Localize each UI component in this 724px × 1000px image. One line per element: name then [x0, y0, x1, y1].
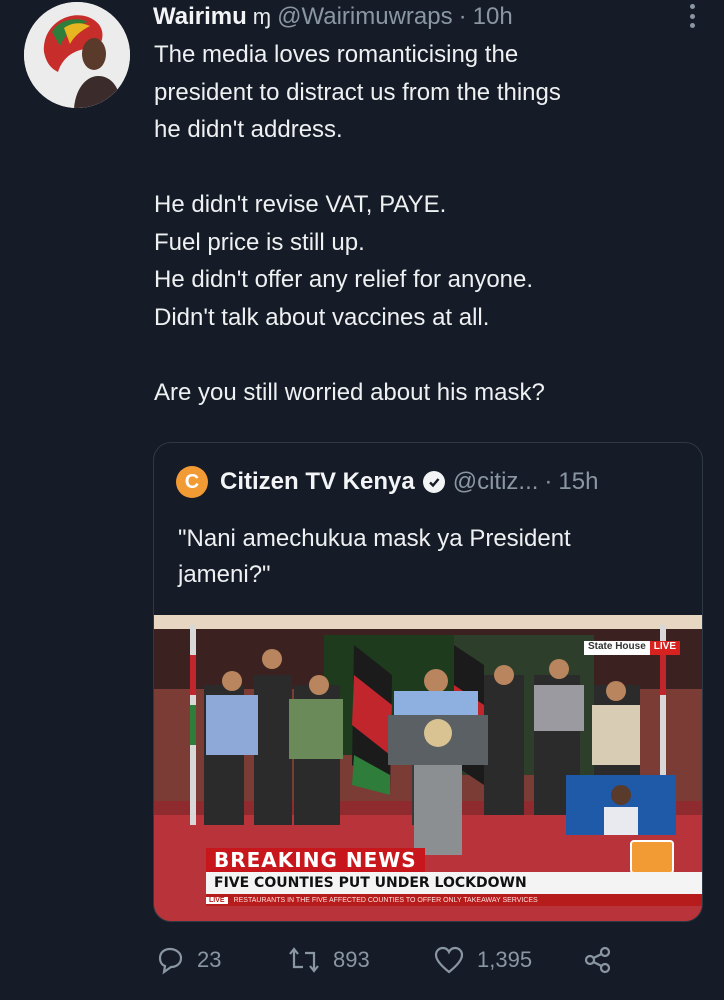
reply-count: 23: [197, 947, 222, 972]
tweet-image[interactable]: State House LIVE BREAKING NEWS FIVE COUN…: [154, 615, 702, 921]
quoted-text-line: jameni?": [178, 561, 271, 588]
tweet-line: Fuel price is still up.: [154, 228, 365, 256]
quoted-author-name: Citizen TV Kenya: [220, 468, 415, 495]
like-count: 1,395: [477, 947, 533, 972]
share-icon: [584, 946, 611, 974]
quoted-text-line: "Nani amechukua mask ya President: [178, 525, 571, 552]
avatar-portrait: [24, 2, 130, 108]
action-bar: 23 893 1,395: [155, 940, 625, 980]
tweet-line: he didn't address.: [154, 116, 343, 143]
reply-icon: [158, 947, 183, 975]
avatar[interactable]: [24, 2, 130, 108]
author-emoji: ɱ: [252, 4, 272, 29]
tweet-header: Wairimu ɱ @Wairimuwraps · 10h: [153, 0, 704, 34]
tweet-line: Are you still worried about his mask?: [154, 378, 545, 406]
reply-button[interactable]: 23: [155, 945, 287, 975]
retweet-icon: [289, 947, 319, 973]
quoted-tweet-header: C Citizen TV Kenya @citiz... · 15h: [176, 465, 598, 499]
news-headline: FIVE COUNTIES PUT UNDER LOCKDOWN: [206, 872, 702, 894]
more-options-icon[interactable]: [690, 4, 696, 28]
tweet-text: The media loves romanticising the presid…: [154, 36, 714, 411]
quoted-tweet[interactable]: C Citizen TV Kenya @citiz... · 15h "Nani…: [153, 442, 703, 922]
location-tag: State House: [583, 641, 650, 655]
quoted-author-handle: @citiz...: [452, 468, 539, 495]
citizen-logo-icon: C: [176, 466, 208, 498]
ticker-live-badge: LIVE: [206, 896, 228, 904]
author-handle[interactable]: @Wairimuwraps: [277, 3, 453, 31]
quoted-tweet-text: "Nani amechukua mask ya President jameni…: [178, 521, 678, 593]
quoted-tweet-time: 15h: [558, 468, 599, 495]
retweet-count: 893: [333, 947, 370, 972]
author-name[interactable]: Wairimu: [153, 3, 247, 31]
tweet-time[interactable]: 10h: [473, 3, 513, 31]
tweet-line: Didn't talk about vaccines at all.: [154, 303, 490, 331]
citizen-logo-letter: C: [184, 470, 200, 493]
retweet-button[interactable]: 893: [287, 945, 433, 975]
tweet-line: He didn't revise VAT, PAYE.: [154, 191, 447, 218]
breaking-news-banner: BREAKING NEWS: [206, 848, 425, 872]
verified-badge-icon: [422, 471, 445, 493]
ticker-text: RESTAURANTS IN THE FIVE AFFECTED COUNTIE…: [233, 896, 538, 904]
tweet-line: He didn't offer any relief for anyone.: [154, 266, 534, 293]
separator-dot: ·: [458, 3, 467, 30]
tweet-line: president to distract us from the things: [154, 78, 561, 106]
channel-logo-icon: [630, 840, 674, 874]
news-ticker: LIVE RESTAURANTS IN THE FIVE AFFECTED CO…: [206, 894, 702, 906]
share-button[interactable]: [583, 945, 625, 975]
heart-icon: [434, 946, 464, 974]
like-button[interactable]: 1,395: [433, 945, 583, 975]
tweet-line: The media loves romanticising the: [154, 41, 519, 68]
sign-language-inset: [566, 775, 676, 835]
live-label: LIVE: [649, 641, 680, 655]
separator-dot: ·: [544, 468, 553, 495]
live-tag: State House LIVE: [583, 641, 680, 655]
